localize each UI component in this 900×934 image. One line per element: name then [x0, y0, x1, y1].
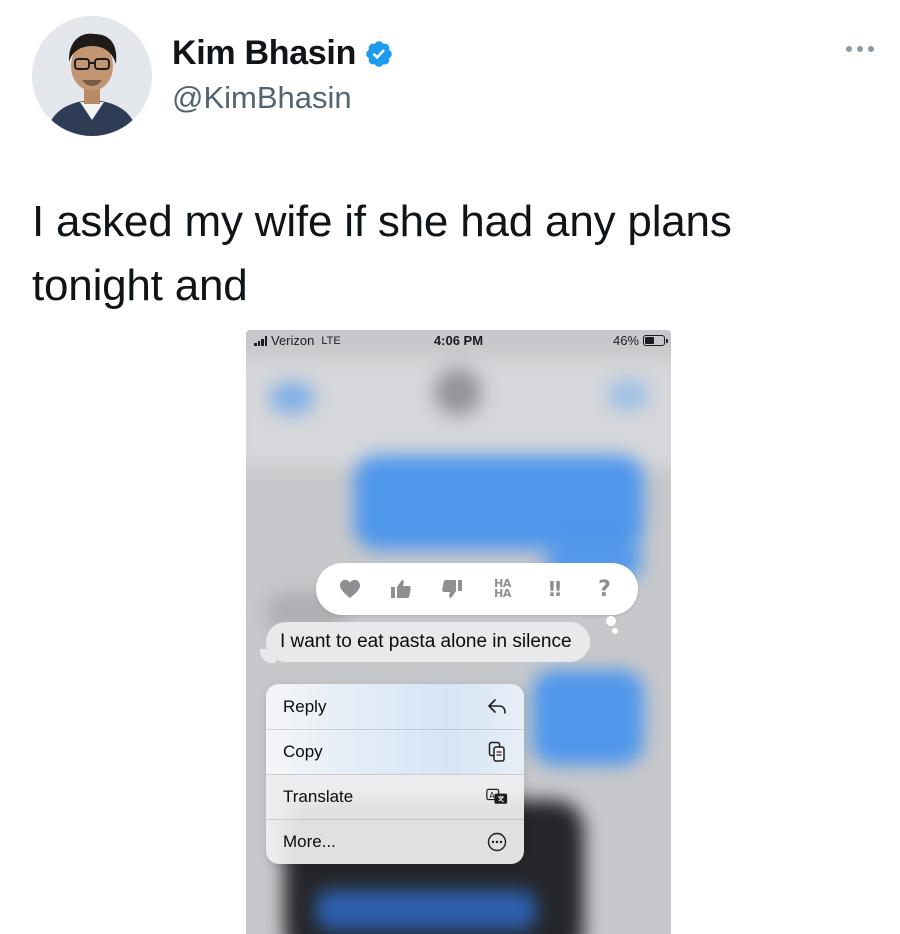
tapback-reaction-bar: HA HA !! ?: [316, 563, 638, 615]
menu-item-copy[interactable]: Copy: [266, 729, 524, 774]
menu-item-label: Translate: [283, 787, 354, 806]
question-reaction[interactable]: ?: [587, 571, 623, 607]
status-bar: Verizon LTE 4:06 PM 46%: [246, 330, 671, 352]
user-photo-avatar: [32, 16, 152, 136]
heart-icon[interactable]: [332, 571, 368, 607]
menu-item-translate[interactable]: Translate A: [266, 774, 524, 819]
selected-message-bubble[interactable]: I want to eat pasta alone in silence: [266, 622, 590, 662]
author-name-text[interactable]: Kim Bhasin: [172, 34, 356, 73]
blurred-back-button: [270, 382, 314, 414]
tweet-text: I asked my wife if she had any plans ton…: [32, 197, 732, 310]
copy-icon: [486, 741, 508, 763]
author-handle[interactable]: @KimBhasin: [172, 80, 352, 116]
tweet-media-screenshot[interactable]: Verizon LTE 4:06 PM 46% HA HA !! ? I wan…: [246, 330, 671, 934]
blurred-sent-bubble-2: [532, 670, 644, 765]
menu-item-label: Copy: [283, 742, 323, 761]
emphasize-reaction[interactable]: !!: [536, 571, 572, 607]
menu-item-more[interactable]: More...: [266, 819, 524, 864]
verified-badge-icon: [366, 40, 392, 67]
thumbs-down-icon[interactable]: [434, 571, 470, 607]
tapback-bubble-tail-small: [612, 628, 618, 634]
more-circle-icon: [486, 831, 508, 853]
blurred-dark-bubble: [316, 890, 536, 930]
menu-item-label: Reply: [283, 696, 327, 716]
status-time: 4:06 PM: [433, 333, 484, 348]
menu-item-reply[interactable]: Reply: [266, 684, 524, 729]
reply-arrow-icon: [486, 696, 508, 718]
translate-icon: A: [486, 786, 508, 808]
message-text: I want to eat pasta alone in silence: [280, 631, 572, 652]
battery-percent: 46%: [612, 333, 639, 348]
menu-item-label: More...: [283, 832, 336, 851]
avatar[interactable]: [32, 16, 152, 136]
author-display-name[interactable]: Kim Bhasin: [172, 34, 394, 73]
blurred-contact-avatar: [434, 368, 482, 416]
battery-icon: [643, 335, 668, 346]
more-dots-icon[interactable]: [840, 34, 880, 64]
thumbs-up-icon[interactable]: [383, 571, 419, 607]
blurred-sent-bubble: [354, 455, 644, 550]
tapback-bubble-tail: [606, 616, 616, 626]
haha-reaction[interactable]: HA HA: [485, 571, 521, 607]
blurred-video-icon: [608, 380, 648, 410]
message-context-menu: Reply Copy Translate A More...: [266, 684, 524, 864]
